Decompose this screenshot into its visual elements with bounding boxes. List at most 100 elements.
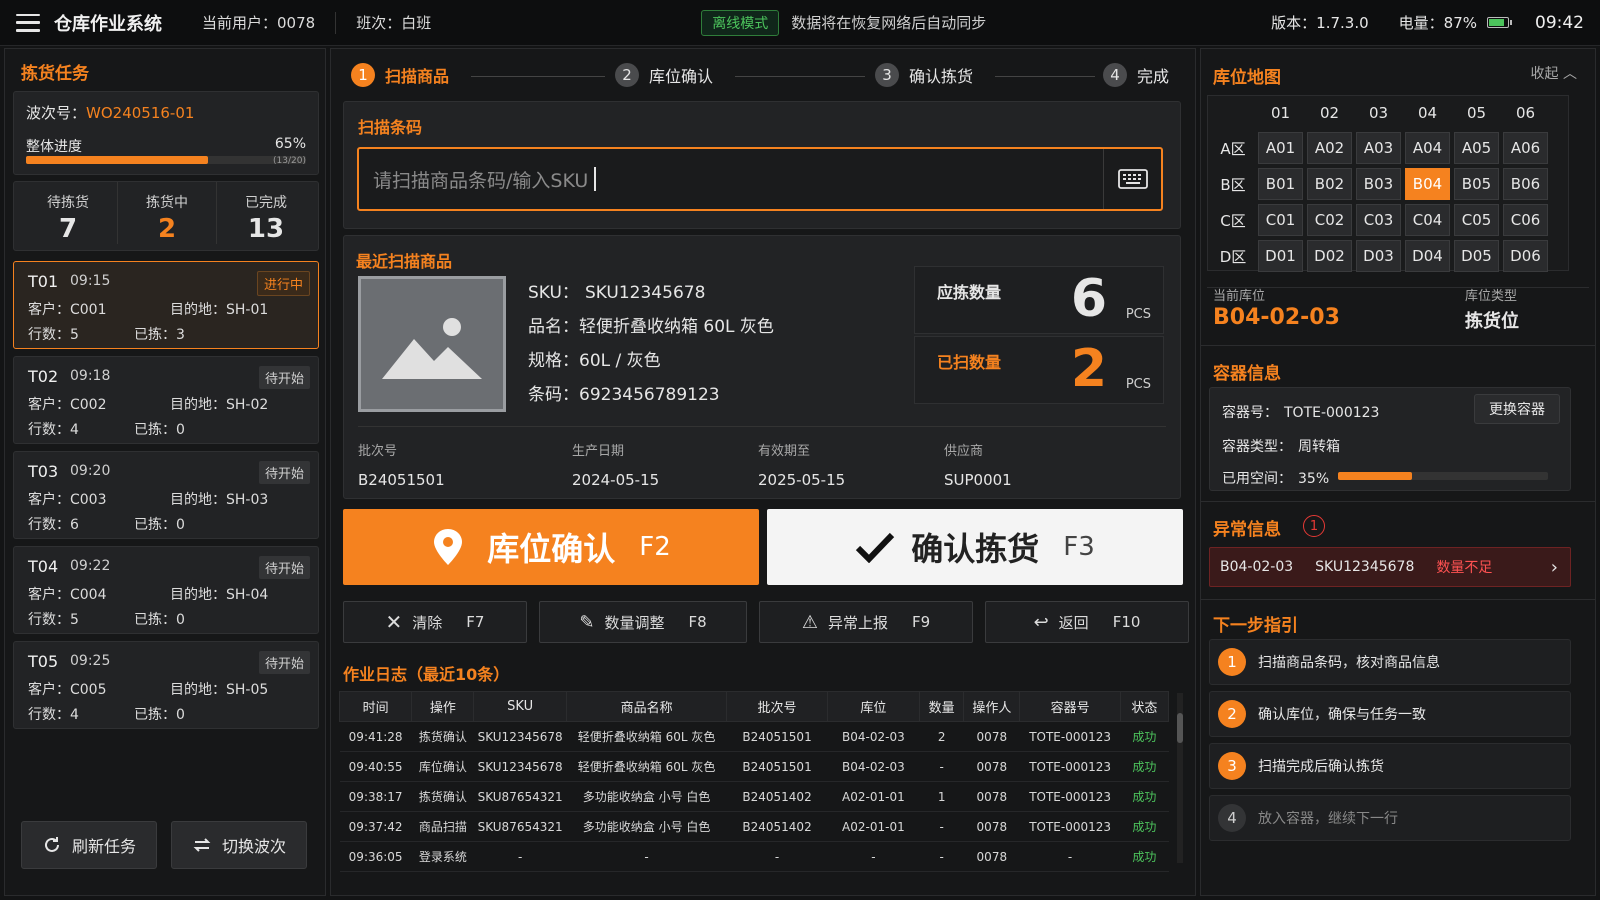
progress-percent: 65% xyxy=(274,136,306,152)
swap-icon xyxy=(193,838,211,852)
guide-step-2: 2 确认库位，确保与任务一致 xyxy=(1209,691,1571,737)
task-item-t04[interactable]: T04 09:22 待开始 客户：C004 目的地：SH-04 行数：5 已拣：0 xyxy=(13,546,319,634)
product-spec: 规格：60L / 灰色 xyxy=(528,351,661,371)
exception-count-badge: 1 xyxy=(1303,515,1325,537)
keyboard-icon[interactable] xyxy=(1103,149,1161,209)
menu-icon[interactable] xyxy=(16,13,40,32)
exception-item[interactable]: B04-02-03 SKU12345678 数量不足 › xyxy=(1209,547,1571,587)
back-arrow-icon: ↩ xyxy=(1033,611,1049,633)
location-type: 拣货位 xyxy=(1465,311,1519,332)
recent-product-card: 最近扫描商品 SKU： SKU12345678 品名：轻便折叠收纳箱 60L 灰色… xyxy=(343,235,1181,499)
task-item-t05[interactable]: T05 09:25 待开始 客户：C005 目的地：SH-05 行数：4 已拣：0 xyxy=(13,641,319,729)
location-cell-b01[interactable]: B01 xyxy=(1258,168,1303,200)
location-cell-c01[interactable]: C01 xyxy=(1258,204,1303,236)
next-guide-title: 下一步指引 xyxy=(1213,616,1298,636)
location-cell-d04[interactable]: D04 xyxy=(1405,240,1450,272)
map-row-header: D区 xyxy=(1219,248,1247,266)
report-exception-button[interactable]: ⚠ 异常上报 F9 xyxy=(759,601,973,643)
status-badge: 待开始 xyxy=(258,461,310,484)
location-cell-a02[interactable]: A02 xyxy=(1307,132,1352,164)
warning-icon: ⚠ xyxy=(801,611,818,633)
refresh-tasks-button[interactable]: 刷新任务 xyxy=(21,821,157,869)
pick-task-title: 拣货任务 xyxy=(21,64,89,84)
pick-task-panel: 拣货任务 波次号：WO240516-01 整体进度 65% (13/20) 待拣… xyxy=(4,48,326,896)
shift: 班次：白班 xyxy=(356,14,432,32)
container-card: 容器号： TOTE-000123 更换容器 容器类型： 周转箱 已用空间： 35% xyxy=(1209,387,1571,491)
location-cell-a01[interactable]: A01 xyxy=(1258,132,1303,164)
version: 版本：1.7.3.0 xyxy=(1271,14,1369,32)
status-badge: 进行中 xyxy=(256,271,310,296)
wave-label: 波次号： xyxy=(26,104,87,122)
map-row-header: B区 xyxy=(1220,176,1246,194)
barcode-input[interactable]: 请扫描商品条码/输入SKU xyxy=(357,147,1163,211)
battery-text: 电量：87% xyxy=(1398,14,1477,32)
product-barcode: 条码：6923456789123 xyxy=(528,385,720,405)
task-item-t03[interactable]: T03 09:20 待开始 客户：C003 目的地：SH-03 行数：6 已拣：0 xyxy=(13,451,319,539)
location-cell-b03[interactable]: B03 xyxy=(1356,168,1401,200)
table-row: 09:41:28 拣货确认 SKU12345678 轻便折叠收纳箱 60L 灰色 B24… xyxy=(339,721,1169,752)
change-container-button[interactable]: 更换容器 xyxy=(1474,394,1560,424)
step-location: 2 库位确认 xyxy=(615,63,713,87)
location-cell-d02[interactable]: D02 xyxy=(1307,240,1352,272)
location-cell-b06[interactable]: B06 xyxy=(1503,168,1548,200)
back-button[interactable]: ↩ 返回 F10 xyxy=(985,601,1189,643)
product-sku: SKU： SKU12345678 xyxy=(528,283,706,303)
location-cell-b04[interactable]: B04 xyxy=(1405,168,1450,200)
status-badge: 待开始 xyxy=(258,651,310,674)
guide-step-3: 3 扫描完成后确认拣货 xyxy=(1209,743,1571,789)
location-cell-a03[interactable]: A03 xyxy=(1356,132,1401,164)
chevron-right-icon: › xyxy=(1550,556,1558,578)
container-usage-bar xyxy=(1338,472,1548,480)
map-col-header: 03 xyxy=(1368,104,1389,122)
task-item-t01[interactable]: T01 09:15 进行中 客户：C001 目的地：SH-01 行数：5 已拣：3 xyxy=(13,261,319,349)
offline-mode-badge: 离线模式 xyxy=(701,9,780,36)
location-pin-icon xyxy=(434,529,463,565)
side-info-panel: 库位地图 收起 ︿ 01 02 03 04 05 06 A区 A01 A02 A03 A04 A05 A… xyxy=(1200,48,1596,896)
status-badge: 待开始 xyxy=(258,556,310,579)
location-cell-c03[interactable]: C03 xyxy=(1356,204,1401,236)
location-cell-c06[interactable]: C06 xyxy=(1503,204,1548,236)
container-title: 容器信息 xyxy=(1213,364,1281,384)
stat-pending: 待拣货 7 xyxy=(47,195,89,244)
location-cell-d05[interactable]: D05 xyxy=(1454,240,1499,272)
map-col-header: 02 xyxy=(1319,104,1340,122)
location-cell-b02[interactable]: B02 xyxy=(1307,168,1352,200)
wave-number: WO240516-01 xyxy=(86,104,195,122)
task-item-t02[interactable]: T02 09:18 待开始 客户：C002 目的地：SH-02 行数：4 已拣：0 xyxy=(13,356,319,444)
location-cell-a06[interactable]: A06 xyxy=(1503,132,1548,164)
check-icon xyxy=(856,532,895,563)
confirm-pick-button[interactable]: 确认拣货 F3 xyxy=(767,509,1183,585)
recent-title: 最近扫描商品 xyxy=(356,252,453,271)
refresh-icon xyxy=(45,837,59,852)
qty-adjust-button[interactable]: ✎ 数量调整 F8 xyxy=(539,601,747,643)
table-row: 09:40:55 库位确认 SKU12345678 轻便折叠收纳箱 60L 灰色 B24… xyxy=(339,751,1169,782)
status-badge: 待开始 xyxy=(258,366,310,389)
meta-expiry: 有效期至 2025-05-15 xyxy=(758,444,846,489)
location-type-label: 库位类型 xyxy=(1465,289,1518,304)
task-stats: 待拣货 7 拣货中 2 已完成 13 xyxy=(13,181,319,251)
location-confirm-button[interactable]: 库位确认 F2 xyxy=(343,509,759,585)
exception-title: 异常信息 xyxy=(1213,520,1281,540)
guide-step-4: 4 放入容器，继续下一行 xyxy=(1209,795,1571,841)
stat-picking: 拣货中 2 xyxy=(117,182,217,244)
log-scrollbar[interactable] xyxy=(1177,693,1183,863)
pick-workspace: 1 扫描商品 2 库位确认 3 确认拣货 4 完成 扫描条码 请扫描商品条码/输入SKU… xyxy=(330,48,1196,896)
switch-wave-button[interactable]: 切换波次 xyxy=(171,821,307,869)
location-cell-b05[interactable]: B05 xyxy=(1454,168,1499,200)
step-confirm: 3 确认拣货 xyxy=(875,63,973,87)
location-cell-c04[interactable]: C04 xyxy=(1405,204,1450,236)
location-cell-c05[interactable]: C05 xyxy=(1454,204,1499,236)
location-cell-d06[interactable]: D06 xyxy=(1503,240,1548,272)
operation-log-table: 时间 操作 SKU 商品名称 批次号 库位 数量 操作人 容器号 状态 09:4… xyxy=(338,691,1170,872)
location-cell-a04[interactable]: A04 xyxy=(1405,132,1450,164)
location-cell-a05[interactable]: A05 xyxy=(1454,132,1499,164)
top-bar: 仓库作业系统 当前用户：0078 班次：白班 离线模式 数据将在恢复网络后自动同… xyxy=(0,0,1600,46)
location-cell-d01[interactable]: D01 xyxy=(1258,240,1303,272)
location-cell-d03[interactable]: D03 xyxy=(1356,240,1401,272)
location-map: 01 02 03 04 05 06 A区 A01 A02 A03 A04 A05 A06 B区 B01 B02… xyxy=(1207,95,1569,272)
location-cell-c02[interactable]: C02 xyxy=(1307,204,1352,236)
collapse-button[interactable]: 收起 ︿ xyxy=(1531,63,1577,83)
current-user: 当前用户：0078 xyxy=(202,14,316,32)
scanned-qty: 已扫数量 2 PCS xyxy=(914,336,1164,404)
clear-button[interactable]: ✕ 清除 F7 xyxy=(343,601,527,643)
